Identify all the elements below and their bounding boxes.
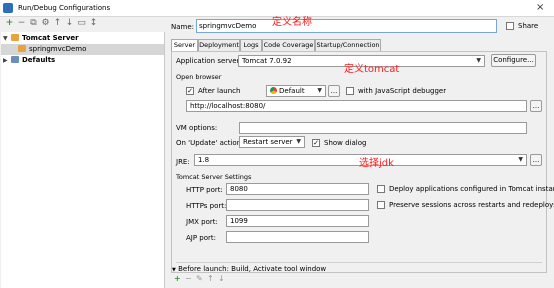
close-icon[interactable]: × bbox=[536, 2, 544, 13]
chevron-down-icon: ▼ bbox=[172, 267, 176, 273]
ajp-port-input[interactable] bbox=[226, 231, 369, 243]
name-input[interactable]: springmvcDemo bbox=[196, 19, 497, 33]
after-launch-checkbox[interactable]: ✓ bbox=[186, 87, 194, 95]
https-port-label: HTTPs port: bbox=[186, 202, 227, 210]
annotation-jdk: 选择jdk bbox=[359, 158, 394, 169]
tab-server[interactable]: Server bbox=[171, 39, 198, 51]
move-up-icon[interactable]: ↑ bbox=[207, 274, 214, 283]
share-label: Share bbox=[518, 22, 539, 30]
show-dialog-label: Show dialog bbox=[324, 139, 367, 147]
preserve-sessions-checkbox[interactable] bbox=[377, 201, 385, 209]
show-dialog-checkbox[interactable]: ✓ bbox=[312, 139, 320, 147]
tab-code-coverage[interactable]: Code Coverage bbox=[262, 39, 315, 51]
chevron-right-icon[interactable]: ▶ bbox=[3, 55, 11, 66]
jre-label: JRE: bbox=[176, 158, 190, 166]
jmx-port-label: JMX port: bbox=[186, 218, 218, 226]
divider bbox=[176, 262, 542, 263]
url-options-button[interactable]: ... bbox=[530, 100, 542, 112]
js-debugger-checkbox[interactable] bbox=[346, 87, 354, 95]
preserve-sessions-label: Preserve sessions across restarts and re… bbox=[389, 201, 554, 209]
tree-item-defaults[interactable]: ▶ Defaults bbox=[3, 55, 55, 66]
annotation-name: 定义名称 bbox=[272, 17, 312, 28]
copy-icon[interactable]: ⧉ bbox=[28, 18, 39, 29]
tab-deployment[interactable]: Deployment bbox=[198, 39, 240, 51]
browser-select[interactable]: Default ▼ bbox=[266, 85, 326, 97]
remove-icon[interactable]: − bbox=[16, 18, 27, 29]
before-launch-label: Before launch: Build, Activate tool wind… bbox=[178, 265, 327, 273]
vm-options-input[interactable] bbox=[239, 122, 527, 134]
add-icon[interactable]: + bbox=[4, 18, 15, 29]
on-update-label: On 'Update' action: bbox=[176, 139, 244, 147]
settings-icon[interactable]: ⚙ bbox=[40, 18, 51, 29]
add-icon[interactable]: + bbox=[174, 274, 181, 283]
jmx-port-input[interactable]: 1099 bbox=[226, 215, 369, 227]
tree-item-label: springmvcDemo bbox=[29, 45, 87, 53]
edit-icon[interactable]: ✎ bbox=[196, 274, 203, 283]
folder-icon[interactable]: ▭ bbox=[76, 18, 87, 29]
on-update-select[interactable]: Restart server ▼ bbox=[239, 136, 305, 148]
chevron-down-icon[interactable]: ▼ bbox=[3, 33, 11, 44]
browser-value: Default bbox=[279, 87, 305, 95]
remove-icon[interactable]: − bbox=[185, 274, 192, 283]
deploy-apps-label: Deploy applications configured in Tomcat… bbox=[389, 185, 554, 193]
ajp-port-label: AJP port: bbox=[186, 234, 217, 242]
after-launch-label: After launch bbox=[198, 87, 241, 95]
jre-value: 1.8 bbox=[198, 156, 210, 164]
http-port-label: HTTP port: bbox=[186, 186, 223, 194]
before-launch-toggle[interactable]: ▼ Before launch: Build, Activate tool wi… bbox=[172, 265, 326, 273]
deploy-apps-checkbox[interactable] bbox=[377, 185, 385, 193]
move-up-icon[interactable]: ↑ bbox=[52, 18, 63, 29]
tree-item-label: Defaults bbox=[22, 56, 56, 64]
https-port-input[interactable] bbox=[226, 199, 369, 211]
on-update-value: Restart server bbox=[243, 138, 293, 146]
chevron-down-icon: ▼ bbox=[476, 57, 481, 64]
sort-icon[interactable]: ↕ bbox=[88, 18, 99, 29]
config-toolbar: + − ⧉ ⚙ ↑ ↓ ▭ ↕ bbox=[0, 17, 165, 32]
configuration-tree: ▼ Tomcat Server springmvcDemo ▶ Defaults bbox=[1, 32, 165, 288]
chevron-down-icon: ▼ bbox=[317, 87, 322, 94]
window-title: Run/Debug Configurations bbox=[18, 4, 111, 12]
tomcat-settings-section-label: Tomcat Server Settings bbox=[176, 173, 252, 181]
tomcat-icon bbox=[11, 34, 19, 41]
share-checkbox[interactable] bbox=[506, 22, 514, 30]
open-browser-section-label: Open browser bbox=[176, 73, 222, 81]
configure-button[interactable]: Configure... bbox=[491, 54, 536, 67]
app-icon bbox=[3, 3, 13, 13]
tree-item-springmvcdemo[interactable]: springmvcDemo bbox=[1, 44, 164, 55]
server-tab-panel: Application server: Tomcat 7.0.92 ▼ Conf… bbox=[171, 51, 554, 273]
chevron-down-icon: ▼ bbox=[296, 138, 301, 145]
js-debugger-label: with JavaScript debugger bbox=[358, 87, 447, 95]
annotation-tomcat: 定义tomcat bbox=[344, 64, 400, 75]
move-down-icon[interactable]: ↓ bbox=[218, 274, 225, 283]
tomcat-icon bbox=[18, 45, 26, 52]
tree-item-label: Tomcat Server bbox=[22, 34, 79, 42]
url-input[interactable]: http://localhost:8080/ bbox=[186, 100, 527, 112]
http-port-input[interactable]: 8080 bbox=[226, 183, 369, 195]
app-server-label: Application server: bbox=[176, 57, 242, 65]
browser-options-button[interactable]: ... bbox=[328, 85, 340, 97]
jre-options-button[interactable]: ... bbox=[530, 154, 542, 166]
tab-logs[interactable]: Logs bbox=[240, 39, 262, 51]
move-down-icon[interactable]: ↓ bbox=[64, 18, 75, 29]
vm-options-label: VM options: bbox=[176, 124, 218, 132]
name-label: Name: bbox=[171, 23, 195, 31]
tree-item-tomcat-server[interactable]: ▼ Tomcat Server bbox=[3, 33, 79, 44]
defaults-icon bbox=[11, 56, 19, 63]
chrome-icon bbox=[270, 87, 277, 94]
app-server-value: Tomcat 7.0.92 bbox=[242, 57, 292, 65]
chevron-down-icon: ▼ bbox=[518, 156, 523, 163]
tab-startup-connection[interactable]: Startup/Connection bbox=[315, 39, 381, 51]
